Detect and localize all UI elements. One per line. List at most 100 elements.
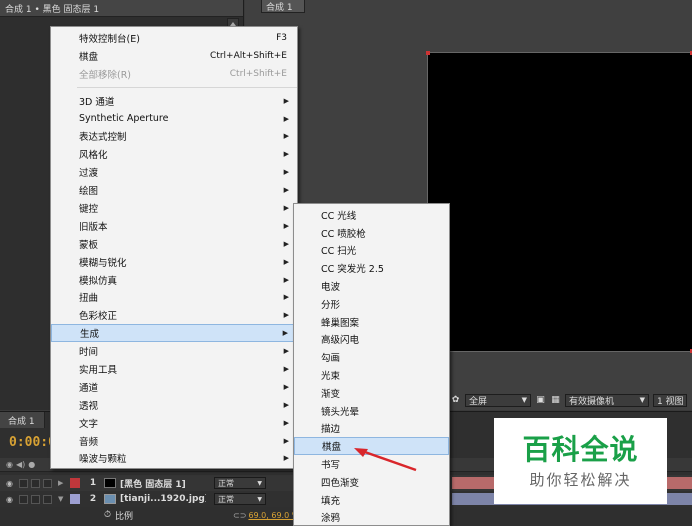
submenu-item[interactable]: 镜头光晕 — [294, 402, 449, 420]
layer-name[interactable]: [黑色 固态层 1] — [120, 477, 206, 490]
menu-item-label: 扭曲 — [79, 293, 99, 305]
lock-switch[interactable] — [43, 494, 52, 504]
submenu-arrow-icon: ▶ — [282, 329, 288, 338]
submenu-item[interactable]: 涂鸦 — [294, 509, 449, 526]
magnification-select[interactable]: 全屏 ▼ — [465, 393, 531, 407]
submenu-item[interactable]: 高级闪电 — [294, 331, 449, 349]
submenu-item[interactable]: 描边 — [294, 420, 449, 438]
timecode-display[interactable]: 0:00:0 — [9, 435, 56, 450]
submenu-item[interactable]: CC 突发光 2.5 — [294, 259, 449, 277]
menu-item-category[interactable]: 扭曲 ▶ — [51, 288, 297, 306]
menu-item-last-effect[interactable]: 棋盘 Ctrl+Alt+Shift+E — [51, 47, 297, 65]
menu-item-category[interactable]: 3D 通道 ▶ — [51, 92, 297, 110]
layer-name[interactable]: [tianji...1920.jpg] — [120, 494, 206, 504]
solo-icon[interactable]: ● — [28, 460, 35, 469]
submenu-item[interactable]: 书写 — [294, 455, 449, 473]
menu-item-category[interactable]: 风格化 ▶ — [51, 145, 297, 163]
collapse-triangle-icon[interactable]: ▼ — [58, 495, 66, 503]
menu-item-remove-all[interactable]: 全部移除(R) Ctrl+Shift+E — [51, 65, 297, 83]
menu-item-category[interactable]: 生成 ▶ — [51, 324, 297, 343]
region-of-interest-icon[interactable]: ▣ — [535, 395, 546, 406]
generate-submenu: CC 光线 CC 喷胶枪 CC 扫光 CC 突发光 2.5 电波分形蜂巢图案高级闪电 勾画… — [293, 203, 450, 526]
audio-icon[interactable]: ◀) — [16, 460, 25, 469]
audio-switch[interactable] — [19, 478, 28, 488]
blend-mode-select[interactable]: 正常 ▼ — [214, 477, 266, 489]
blend-mode-select[interactable]: 正常 ▼ — [214, 493, 266, 505]
submenu-item[interactable]: 棋盘 — [294, 437, 449, 456]
submenu-item[interactable]: 填充 — [294, 491, 449, 509]
viewer-toolbar: ✿ 全屏 ▼ ▣ ▦ 有效摄像机 ▼ 1 视图 — [450, 392, 692, 408]
menu-item-category[interactable]: 表达式控制 ▶ — [51, 127, 297, 145]
menu-item-category[interactable]: 蒙板 ▶ — [51, 235, 297, 253]
menu-item-category[interactable]: 模拟仿真 ▶ — [51, 271, 297, 289]
submenu-item[interactable]: 电波 — [294, 277, 449, 295]
submenu-arrow-icon: ▶ — [283, 239, 289, 248]
submenu-item[interactable]: CC 光线 — [294, 206, 449, 224]
submenu-arrow-icon: ▶ — [283, 454, 289, 463]
submenu-item-label: 分形 — [321, 299, 341, 311]
menu-item-shortcut: Ctrl+Shift+E — [229, 68, 287, 79]
menu-item-category[interactable]: 旧版本 ▶ — [51, 217, 297, 235]
watermark: 百科全说 助你轻松解决 — [494, 418, 667, 504]
submenu-item-label: 蜂巢图案 — [321, 317, 360, 329]
audio-switch[interactable] — [19, 494, 28, 504]
menu-item-category[interactable]: 绘图 ▶ — [51, 181, 297, 199]
solo-switch[interactable] — [31, 478, 40, 488]
submenu-item[interactable]: CC 扫光 — [294, 242, 449, 260]
label-color-swatch[interactable] — [70, 478, 80, 488]
eye-icon[interactable]: ◉ — [6, 479, 16, 488]
menu-item-label: 绘图 — [79, 186, 99, 198]
menu-item-category[interactable]: 文字 ▶ — [51, 414, 297, 432]
views-select[interactable]: 1 视图 — [653, 393, 687, 407]
menu-item-effect-controls[interactable]: 特效控制台(E) F3 — [51, 29, 297, 47]
solo-switch[interactable] — [31, 494, 40, 504]
stopwatch-icon[interactable]: ⏱ — [104, 510, 111, 520]
effect-context-menu: 特效控制台(E) F3 棋盘 Ctrl+Alt+Shift+E 全部移除(R) … — [50, 26, 298, 469]
eye-icon[interactable]: ◉ — [6, 495, 16, 504]
menu-item-category[interactable]: 透视 ▶ — [51, 396, 297, 414]
lock-switch[interactable] — [43, 478, 52, 488]
eye-icon[interactable]: ◉ — [6, 460, 13, 469]
tab-composition[interactable]: 合成 1 — [261, 0, 305, 13]
menu-item-label: 旧版本 — [79, 221, 108, 233]
menu-item-category[interactable]: 模糊与锐化 ▶ — [51, 253, 297, 271]
link-icon[interactable]: ⊂⊃ — [233, 511, 246, 520]
submenu-arrow-icon: ▶ — [283, 257, 289, 266]
menu-item-label: 音频 — [79, 436, 99, 448]
menu-item-category[interactable]: 键控 ▶ — [51, 199, 297, 217]
menu-item-label: 风格化 — [79, 150, 108, 162]
effect-panel-title: 合成 1 • 黑色 固态层 1 — [0, 0, 243, 17]
label-color-swatch[interactable] — [70, 494, 80, 504]
menu-item-label: 文字 — [79, 418, 99, 430]
submenu-item-label: 填充 — [321, 495, 341, 507]
submenu-item-label: 棋盘 — [322, 442, 342, 454]
submenu-item[interactable]: 蜂巢图案 — [294, 313, 449, 331]
submenu-item[interactable]: 勾画 — [294, 348, 449, 366]
menu-item-shortcut: Ctrl+Alt+Shift+E — [210, 50, 287, 61]
submenu-item[interactable]: 光束 — [294, 366, 449, 384]
submenu-item[interactable]: 渐变 — [294, 384, 449, 402]
menu-item-category[interactable]: 时间 ▶ — [51, 342, 297, 360]
menu-item-label: 表达式控制 — [79, 132, 127, 144]
composition-canvas[interactable] — [426, 51, 692, 353]
submenu-item-label: 书写 — [321, 460, 341, 472]
transparency-grid-icon[interactable]: ▦ — [550, 395, 561, 406]
menu-item-label: 时间 — [79, 347, 99, 359]
menu-item-category[interactable]: 过渡 ▶ — [51, 163, 297, 181]
menu-item-category[interactable]: Synthetic Aperture ▶ — [51, 110, 297, 128]
menu-item-category[interactable]: 噪波与颗粒 ▶ — [51, 449, 297, 467]
submenu-item-label: CC 扫光 — [321, 246, 357, 258]
color-channels-icon[interactable]: ✿ — [450, 395, 461, 406]
canvas-handle[interactable] — [426, 51, 430, 55]
camera-select[interactable]: 有效摄像机 ▼ — [565, 393, 649, 407]
menu-item-category[interactable]: 色彩校正 ▶ — [51, 306, 297, 324]
tab-timeline[interactable]: 合成 1 — [0, 412, 45, 428]
menu-item-category[interactable]: 实用工具 ▶ — [51, 360, 297, 378]
menu-item-category[interactable]: 音频 ▶ — [51, 432, 297, 450]
expand-triangle-icon[interactable]: ▶ — [58, 479, 66, 487]
submenu-item[interactable]: 分形 — [294, 295, 449, 313]
property-value[interactable]: 69.0, 69.0 % — [248, 511, 299, 520]
menu-item-category[interactable]: 通道 ▶ — [51, 378, 297, 396]
submenu-item[interactable]: CC 喷胶枪 — [294, 224, 449, 242]
submenu-item[interactable]: 四色渐变 — [294, 473, 449, 491]
